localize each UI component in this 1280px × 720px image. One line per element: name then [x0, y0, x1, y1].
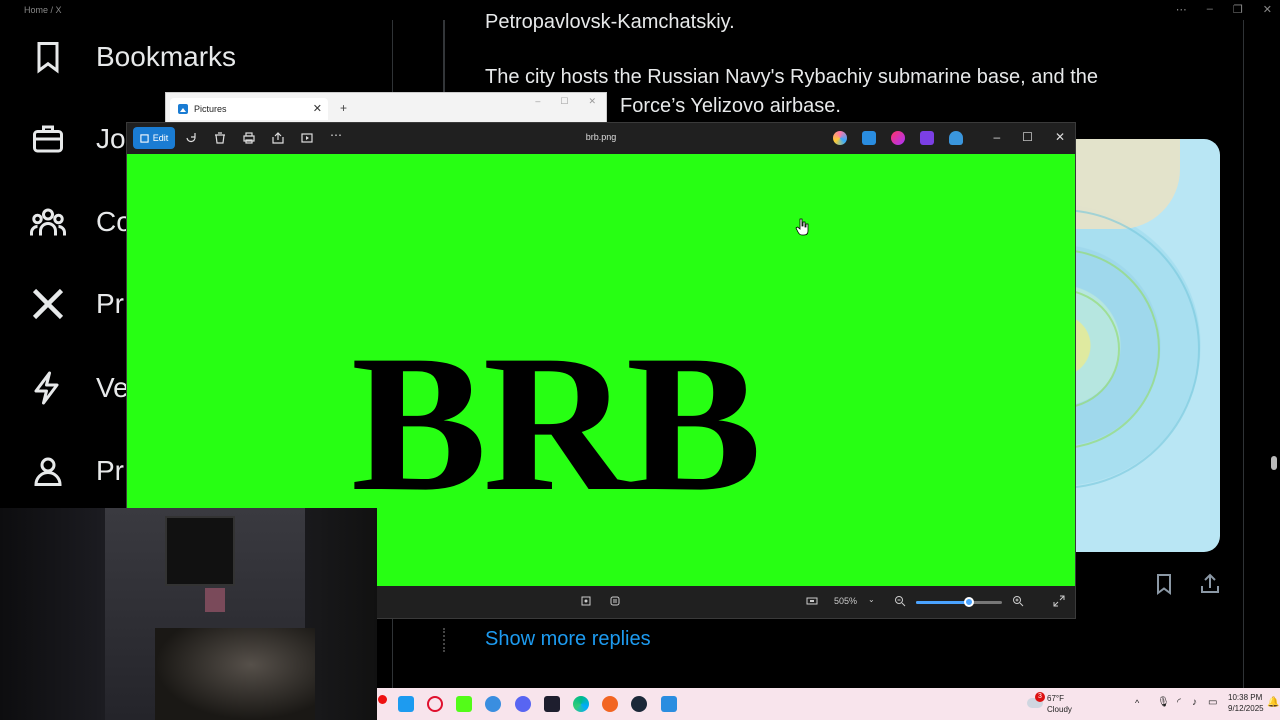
microphone-icon[interactable]: 🎙	[1157, 697, 1170, 708]
actual-size-icon[interactable]	[806, 595, 818, 607]
zoom-slider-fill	[916, 601, 970, 604]
opera-app-icon[interactable]	[427, 696, 443, 712]
app-badge-icon[interactable]	[378, 695, 387, 704]
nav-label: Ve	[96, 372, 129, 403]
minimize-icon[interactable]: –	[535, 96, 540, 107]
weather-alert-badge: 3	[1035, 692, 1045, 702]
close-icon[interactable]: ✕	[588, 96, 596, 107]
nav-item-communities[interactable]: Co	[30, 202, 132, 242]
clock-date: 9/12/2025	[1228, 704, 1264, 713]
bookmark-icon[interactable]	[1152, 572, 1176, 596]
tweet-text-line: Petropavlovsk-Kamchatskiy.	[485, 11, 735, 33]
clock-time: 10:38 PM	[1228, 693, 1263, 702]
tweet-text-line: Force’s Yelizovo airbase.	[620, 95, 841, 117]
zoom-dropdown-icon[interactable]: ⌄	[868, 595, 875, 604]
map-ring	[1060, 209, 1200, 489]
twitter-app-icon[interactable]	[398, 696, 414, 712]
zoom-percentage[interactable]: 505%	[834, 596, 857, 606]
pictures-window-controls: – ☐ ✕	[535, 96, 596, 107]
x-logo-icon	[32, 288, 64, 320]
nav-item-profile[interactable]: Pr	[30, 451, 124, 491]
nav-item-bookmarks[interactable]: Bookmarks	[30, 37, 236, 77]
close-tab-icon[interactable]: ✕	[313, 102, 322, 115]
share-icon[interactable]	[1198, 572, 1222, 596]
scan-text-icon[interactable]	[609, 595, 621, 607]
zoom-slider[interactable]	[916, 597, 1002, 607]
hand-cursor-icon	[795, 218, 809, 236]
viewer-toolbar: Edit ⋯ brb.png – ☐ ✕	[127, 123, 1075, 153]
nav-item-verified[interactable]: Ve	[30, 368, 129, 408]
taskbar: 3 67°F Cloudy ^ 🎙 ◜ ♪ ▭ 10:38 PM 9/12/20…	[377, 688, 1280, 720]
clock[interactable]: 10:38 PM 9/12/2025	[1228, 692, 1264, 714]
close-icon[interactable]: ✕	[1055, 130, 1065, 144]
maximize-icon[interactable]: ☐	[560, 96, 568, 107]
webcam-overlay	[0, 508, 377, 720]
profile-icon	[34, 457, 62, 486]
tweet-actions	[1152, 572, 1222, 596]
nav-label: Jo	[96, 123, 126, 154]
photos-app-icon	[178, 104, 188, 114]
photos-app-icon[interactable]	[661, 696, 677, 712]
weather-desc: Cloudy	[1047, 705, 1072, 714]
zoom-in-icon[interactable]	[1012, 595, 1024, 607]
show-hidden-icons[interactable]: ^	[1135, 698, 1139, 709]
steam-app-icon[interactable]	[631, 696, 647, 712]
notifications-icon[interactable]: 🔔	[1267, 697, 1279, 708]
breadcrumb: Home / X	[24, 5, 62, 15]
browser-window-controls: ⋯ – ❐ ✕	[1176, 3, 1272, 16]
bookmark-icon	[37, 42, 59, 74]
tweet-text-line: The city hosts the Russian Navy's Rybach…	[485, 66, 1099, 88]
onedrive-icon[interactable]	[949, 131, 963, 145]
viewer-app-shortcuts	[833, 131, 963, 145]
fullscreen-icon[interactable]	[1053, 595, 1065, 607]
zoom-out-icon[interactable]	[894, 595, 906, 607]
designer-icon[interactable]	[862, 131, 876, 145]
webcam-poster	[205, 588, 225, 612]
battery-icon[interactable]: ▭	[1208, 697, 1217, 708]
edge-app-icon[interactable]	[573, 696, 589, 712]
lightning-icon	[34, 371, 59, 405]
maximize-icon[interactable]: ❐	[1233, 3, 1243, 16]
firefox-app-icon[interactable]	[602, 696, 618, 712]
briefcase-icon	[33, 125, 63, 153]
viewer-window-controls: – ☐ ✕	[993, 130, 1065, 144]
minimize-icon[interactable]: –	[993, 130, 1000, 144]
maximize-icon[interactable]: ☐	[1022, 130, 1033, 144]
volume-icon[interactable]: ♪	[1192, 697, 1197, 708]
paint-icon[interactable]	[891, 131, 905, 145]
kick-app-icon[interactable]	[456, 696, 472, 712]
tab-label: Pictures	[194, 104, 227, 114]
nav-item-jobs[interactable]: Jo	[30, 119, 126, 159]
wifi-icon[interactable]: ◜	[1177, 697, 1181, 708]
communities-icon	[30, 208, 66, 236]
nav-label: Bookmarks	[96, 41, 237, 72]
nav-item-premium[interactable]: Pr	[30, 284, 124, 324]
close-icon[interactable]: ✕	[1263, 3, 1272, 16]
discord-app-icon[interactable]	[515, 696, 531, 712]
snipping-tool-icon[interactable]	[485, 696, 501, 712]
clipchamp-icon[interactable]	[920, 131, 934, 145]
copilot-icon[interactable]	[833, 131, 847, 145]
fit-screen-icon[interactable]	[580, 595, 592, 607]
weather-temp: 67°F	[1047, 694, 1064, 703]
nav-label: Pr	[96, 455, 124, 486]
earthquake-map-image[interactable]	[1060, 139, 1220, 552]
zoom-slider-knob[interactable]	[964, 597, 975, 607]
new-tab-icon[interactable]: +	[340, 101, 347, 115]
show-more-replies-link[interactable]: Show more replies	[485, 628, 651, 651]
thread-dots	[443, 628, 445, 652]
scrollbar-thumb[interactable]	[1271, 456, 1277, 470]
nav-label: Pr	[96, 288, 124, 319]
webcam-chair	[155, 628, 315, 720]
webcam-poster	[165, 516, 235, 586]
minimize-icon[interactable]: –	[1207, 3, 1213, 16]
image-brb-text: BRB	[351, 315, 762, 532]
terminal-app-icon[interactable]	[544, 696, 560, 712]
desktop: Home / X ⋯ – ❐ ✕ Bookmarks Jo Co Pr Ve P…	[0, 0, 1280, 720]
tab-pictures[interactable]: Pictures ✕	[170, 98, 328, 120]
